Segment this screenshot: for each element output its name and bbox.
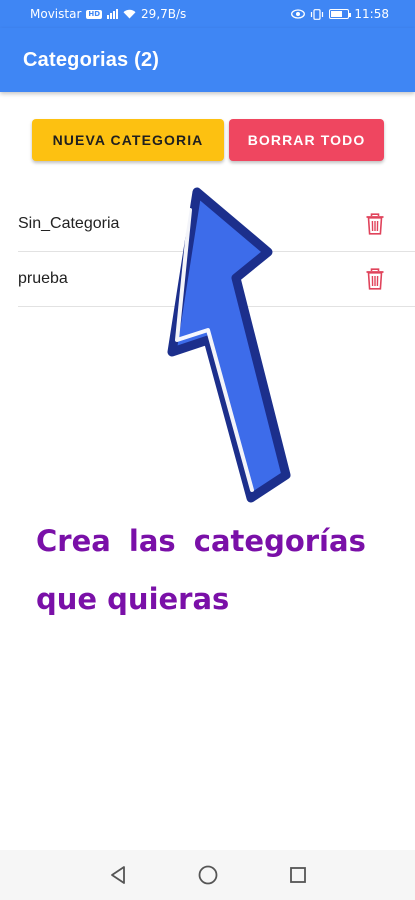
home-icon xyxy=(198,865,217,885)
app-bar: Categorias (2) xyxy=(0,28,415,92)
trash-icon[interactable] xyxy=(365,212,385,235)
category-name: Sin_Categoria xyxy=(18,214,120,232)
promo-line-2: que quieras xyxy=(36,582,230,616)
trash-icon[interactable] xyxy=(365,267,385,290)
status-bar: Movistar HD 29,7B/s 11:58 xyxy=(0,0,415,28)
category-name: prueba xyxy=(18,269,68,287)
back-icon xyxy=(110,866,125,884)
signal-icon xyxy=(107,9,119,19)
network-speed: 29,7B/s xyxy=(141,7,187,21)
recents-icon xyxy=(289,867,306,883)
recents-button[interactable] xyxy=(284,861,312,889)
status-right: 11:58 xyxy=(291,7,389,21)
carrier-name: Movistar xyxy=(30,7,82,21)
arrow-icon xyxy=(167,187,291,503)
eye-icon xyxy=(291,9,306,19)
wifi-icon xyxy=(123,9,136,19)
vibrate-icon xyxy=(311,8,324,20)
screen: Movistar HD 29,7B/s 11:58 Categorias (2) xyxy=(0,0,415,900)
navigation-bar xyxy=(0,850,415,900)
status-time: 11:58 xyxy=(354,7,389,21)
delete-all-button[interactable]: BORRAR TODO xyxy=(229,119,384,161)
new-category-button[interactable]: NUEVA CATEGORIA xyxy=(32,119,224,161)
back-button[interactable] xyxy=(104,861,132,889)
status-left: Movistar HD 29,7B/s xyxy=(30,7,186,21)
hd-badge: HD xyxy=(86,9,103,19)
battery-icon xyxy=(329,9,352,19)
promo-line-1: Crea las categorías xyxy=(36,524,366,558)
page-title: Categorias (2) xyxy=(23,48,160,71)
home-button[interactable] xyxy=(194,861,222,889)
